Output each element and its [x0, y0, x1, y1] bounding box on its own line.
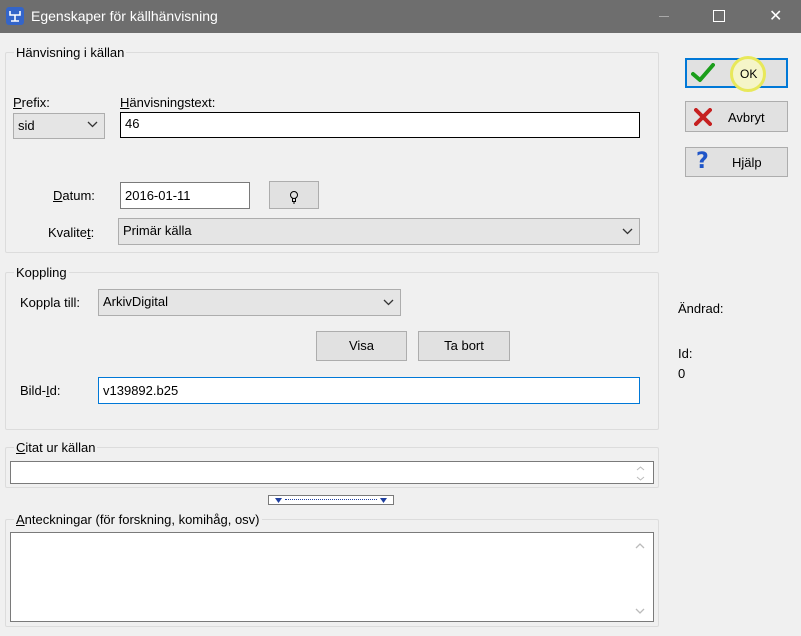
prefix-select[interactable]: sid: [13, 113, 105, 139]
close-button[interactable]: ✕: [753, 0, 799, 33]
image-id-label: Bild-Id:: [20, 383, 61, 398]
scroll-down-icon[interactable]: [635, 608, 645, 614]
arrow-down-icon: [275, 498, 282, 503]
id-label: Id:: [678, 346, 693, 361]
family-tree-icon: [6, 7, 24, 25]
chevron-down-icon: [622, 228, 633, 235]
date-input[interactable]: 2016-01-11: [120, 182, 250, 209]
link-group-title: Koppling: [14, 265, 69, 280]
minimize-button[interactable]: [641, 0, 687, 33]
link-to-select-value: ArkivDigital: [103, 294, 169, 309]
show-button[interactable]: Visa: [316, 331, 407, 361]
link-to-select[interactable]: ArkivDigital: [98, 289, 401, 316]
chevron-down-icon: [87, 121, 98, 128]
date-picker-button[interactable]: [269, 181, 319, 209]
quote-group-title: Citat ur källan: [14, 440, 98, 455]
remove-button[interactable]: Ta bort: [418, 331, 510, 361]
title-bar: Egenskaper för källhänvisning ✕: [0, 0, 801, 33]
quality-select-value: Primär källa: [123, 223, 192, 238]
cancel-button[interactable]: Avbryt: [685, 101, 788, 132]
arrow-down-icon: [380, 498, 387, 503]
changed-label: Ändrad:: [678, 301, 724, 316]
quality-select[interactable]: Primär källa: [118, 218, 640, 245]
question-mark-icon: ?: [696, 149, 709, 174]
close-icon: ✕: [769, 8, 783, 25]
prefix-label: Prefix:: [13, 95, 50, 110]
quality-label: Kvalitet:: [48, 225, 95, 240]
ok-label: OK: [740, 67, 758, 81]
red-x-icon: [694, 108, 712, 126]
pane-splitter[interactable]: [268, 495, 394, 505]
reference-text-label: Hänvisningstext:: [120, 95, 216, 110]
help-label: Hjälp: [732, 155, 762, 170]
splitter-dots: [285, 499, 377, 500]
lightbulb-icon: [290, 190, 298, 204]
notes-textarea[interactable]: [10, 532, 654, 622]
scroll-up-icon[interactable]: [636, 466, 645, 471]
reference-group-title: Hänvisning i källan: [14, 45, 127, 60]
cancel-label: Avbryt: [728, 110, 765, 125]
scroll-up-icon[interactable]: [635, 543, 645, 549]
id-value: 0: [678, 366, 686, 381]
maximize-button[interactable]: [695, 0, 741, 33]
notes-group-title: Anteckningar (för forskning, komihåg, os…: [14, 512, 262, 527]
quote-textarea[interactable]: [10, 461, 654, 484]
checkmark-icon: [691, 63, 715, 82]
image-id-input[interactable]: v139892.b25: [98, 377, 640, 404]
date-label: Datum:: [53, 188, 95, 203]
reference-text-input[interactable]: 46: [120, 112, 640, 138]
window-title: Egenskaper för källhänvisning: [31, 8, 218, 24]
help-button[interactable]: ? Hjälp: [685, 147, 788, 177]
link-to-label: Koppla till:: [20, 295, 80, 310]
prefix-select-value: sid: [18, 118, 35, 133]
scroll-down-icon[interactable]: [636, 476, 645, 481]
chevron-down-icon: [383, 299, 394, 306]
